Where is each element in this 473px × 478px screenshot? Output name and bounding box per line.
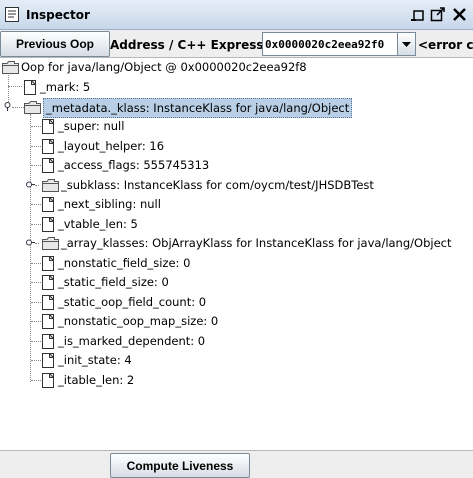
tree-connector: [31, 380, 41, 381]
tree-connector: [31, 282, 41, 283]
file-icon: [42, 139, 54, 154]
tree-connector: [8, 86, 22, 87]
tree-node-label: _array_klasses: ObjArrayKlass for Instan…: [61, 236, 452, 250]
tree-node-label: _init_state: 4: [58, 353, 132, 367]
dropdown-button[interactable]: [397, 33, 415, 55]
file-icon: [42, 217, 54, 232]
folder-icon: [42, 237, 59, 250]
file-icon: [42, 275, 54, 290]
folder-icon: [24, 101, 41, 114]
app-icon: [5, 7, 19, 22]
tree-connector: [8, 72, 9, 106]
file-icon: [42, 373, 54, 388]
tree-connector: [31, 165, 41, 166]
tree-node-label: _access_flags: 555745313: [58, 158, 210, 172]
tree-node-label: _static_field_size: 0: [58, 275, 169, 289]
file-icon: [42, 334, 54, 349]
title-bar: Inspector: [0, 0, 473, 30]
previous-oop-button[interactable]: Previous Oop: [0, 31, 110, 57]
collapsed-handle-icon[interactable]: [26, 180, 35, 189]
tree-node-label: Oop for java/lang/Object @ 0x0000020c2ee…: [21, 60, 307, 74]
tree-node-label: _next_sibling: null: [58, 197, 161, 211]
file-icon: [24, 80, 36, 95]
file-icon: [42, 295, 54, 310]
tree-node-label: _subklass: InstanceKlass for com/oycm/te…: [61, 178, 374, 192]
bottom-bar: Compute Liveness: [0, 450, 473, 478]
oop-tree[interactable]: Oop for java/lang/Object @ 0x0000020c2ee…: [0, 58, 473, 450]
folder-icon: [42, 179, 59, 192]
folder-icon: [2, 61, 19, 74]
tree-connector: [31, 263, 41, 264]
minimize-icon[interactable]: [410, 7, 425, 22]
tree-node-label: _is_marked_dependent: 0: [58, 334, 206, 348]
tree-node-label: _layout_helper: 16: [58, 139, 165, 153]
tree-node-label: _vtable_len: 5: [58, 217, 138, 231]
file-icon: [42, 119, 54, 134]
tree-connector: [31, 126, 41, 127]
address-combobox[interactable]: [262, 32, 416, 56]
address-input[interactable]: [265, 34, 395, 54]
tree-node-label: _static_oop_field_count: 0: [58, 295, 207, 309]
expanded-handle-icon[interactable]: [3, 102, 12, 111]
tree-connector: [31, 146, 41, 147]
compute-liveness-button[interactable]: Compute Liveness: [110, 453, 250, 478]
tree-node-label: _super: null: [58, 119, 125, 133]
tree-node-label: _nonstatic_oop_map_size: 0: [58, 314, 219, 328]
toolbar: Previous Oop Address / C++ Expression: <…: [0, 30, 473, 58]
tree-connector: [31, 321, 41, 322]
tree-connector: [35, 243, 39, 244]
window-title: Inspector: [26, 8, 90, 22]
file-icon: [42, 158, 54, 173]
tree-connector: [31, 360, 41, 361]
tree-node-label: _metadata._klass: InstanceKlass for java…: [43, 98, 353, 118]
tree-connector: [31, 341, 41, 342]
chevron-down-icon: [402, 42, 411, 47]
tree-connector: [31, 302, 41, 303]
tree-connector: [31, 204, 41, 205]
file-icon: [42, 314, 54, 329]
tree-connector: [31, 224, 41, 225]
tree-node-label: _mark: 5: [40, 80, 91, 94]
collapsed-handle-icon[interactable]: [26, 238, 35, 247]
file-icon: [42, 256, 54, 271]
file-icon: [42, 353, 54, 368]
close-icon[interactable]: [452, 7, 467, 22]
tree-node-label: _nonstatic_field_size: 0: [58, 256, 191, 270]
tree-connector: [35, 185, 39, 186]
tree-node-label: _itable_len: 2: [58, 373, 135, 387]
maximize-icon[interactable]: [430, 7, 445, 22]
error-label: <error com: [418, 38, 473, 52]
file-icon: [42, 197, 54, 212]
